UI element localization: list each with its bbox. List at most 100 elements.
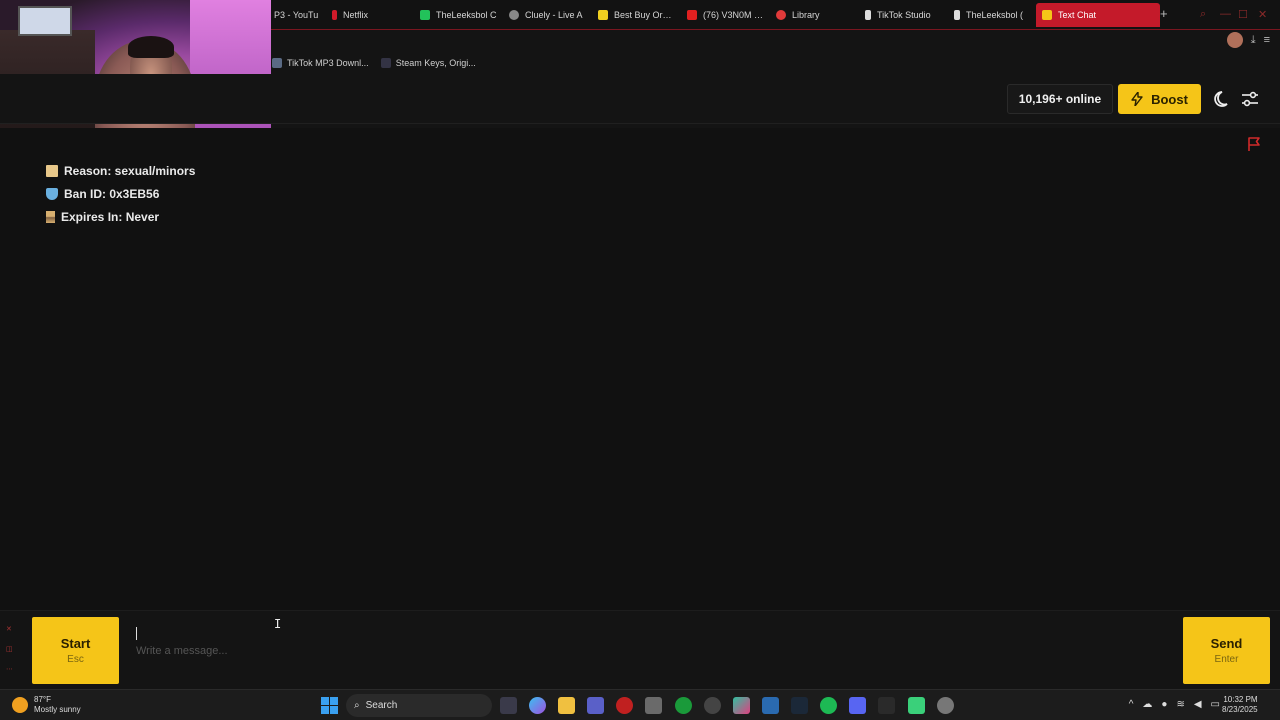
windows-taskbar: 87°F Mostly sunny ⌕ Search ^ ☁ ● ≋ ◀ ▭ 1… [0,689,1280,720]
xbox-icon[interactable] [675,697,692,714]
app-icon[interactable] [878,697,895,714]
task-view-icon[interactable] [500,697,517,714]
spotify-icon[interactable] [820,697,837,714]
bookmarks-bar: TikTok MP3 Downl... Steam Keys, Origi... [272,53,476,73]
volume-icon[interactable]: ◀ [1194,699,1202,710]
sun-icon [12,697,28,713]
tab-tiktok-studio[interactable]: TikTok Studio [859,3,948,27]
opera-icon[interactable] [616,697,633,714]
tiktok-icon [954,10,960,20]
bookmark-steam-keys[interactable]: Steam Keys, Origi... [380,58,476,68]
steam-icon[interactable] [791,697,808,714]
microphone-icon[interactable]: ● [1161,699,1167,710]
app-icon[interactable] [762,697,779,714]
copilot-icon[interactable] [529,697,546,714]
tab-label: Netflix [343,10,369,20]
file-explorer-icon[interactable] [558,697,575,714]
tab-youtube[interactable]: P3 - YouTu [268,3,326,27]
tab-label: Text Chat [1058,10,1097,20]
bookmark-label: Steam Keys, Origi... [395,58,476,68]
ban-reason-text: Reason: sexual/minors [64,163,196,178]
tab-cluely[interactable]: Cluely - Live A [503,3,592,27]
tab-label: TheLeeksbol C [436,10,497,20]
download-icon[interactable]: ⤓ [1251,34,1256,47]
tab-label: Cluely - Live A [525,10,583,20]
youtube-icon [687,10,697,20]
side-rail: ✕ ◫ ⋯ [6,625,13,673]
rail-icon[interactable]: ◫ [6,645,13,653]
maximize-icon[interactable]: ☐ [1238,8,1248,21]
tab-youtube-venom[interactable]: (76) V3N0M - Y [681,3,770,27]
screen: P3 - YouTu Netflix TheLeeksbol C Cluely … [0,0,1280,720]
ban-id-text: Ban ID: 0x3EB56 [64,186,160,201]
report-flag-icon[interactable] [1246,136,1262,152]
tab-label: Best Buy Order [614,10,675,20]
search-label: Search [365,700,398,711]
tab-label: TikTok Studio [877,10,931,20]
profile-avatar[interactable] [1226,32,1243,48]
tab-netflix[interactable]: Netflix [326,3,414,27]
onedrive-icon[interactable]: ☁ [1142,699,1152,710]
tiktok-icon [865,10,871,20]
tab-label: Library [792,10,820,20]
leeksbol-icon [420,10,430,20]
ban-expiry: Expires In: Never [46,209,195,224]
search-icon: ⌕ [354,700,360,711]
ban-id: Ban ID: 0x3EB56 [46,186,195,201]
taskbar-clock[interactable]: 10:32 PM 8/23/2025 [1222,695,1258,715]
settings-icon[interactable] [937,697,954,714]
start-label: Start [60,636,91,651]
ban-notice: Reason: sexual/minors Ban ID: 0x3EB56 Ex… [46,163,195,224]
mouse-cursor-icon: I [274,617,282,631]
chevron-up-icon[interactable]: ^ [1129,699,1134,710]
start-button[interactable]: Start Esc [32,617,119,684]
ban-expiry-text: Expires In: Never [61,209,160,224]
teams-icon[interactable] [587,697,604,714]
send-button[interactable]: Send Enter [1183,617,1270,684]
tab-library[interactable]: Library [770,3,859,27]
rail-icon[interactable]: ⋯ [6,665,13,673]
battery-icon[interactable]: ▭ [1211,699,1220,710]
clock-time: 10:32 PM [1223,695,1258,704]
app-icon[interactable] [733,697,750,714]
bookmark-tiktok-mp3[interactable]: TikTok MP3 Downl... [272,58,369,68]
scroll-icon [46,164,58,177]
new-tab-button[interactable]: + [1160,6,1168,21]
discord-icon[interactable] [849,697,866,714]
app-icon[interactable] [908,697,925,714]
lightning-icon [1131,92,1143,106]
bookmark-icon [272,58,282,68]
weather-widget[interactable]: 87°F Mostly sunny [12,695,81,715]
taskbar-search[interactable]: ⌕ Search [346,694,492,717]
boost-button[interactable]: Boost [1118,84,1201,114]
dark-mode-icon[interactable] [1213,89,1233,109]
tab-leeksbol[interactable]: TheLeeksbol C [414,3,503,27]
message-input[interactable] [126,617,1178,684]
gamepad-icon[interactable] [704,697,721,714]
tab-bestbuy[interactable]: Best Buy Order [592,3,681,27]
boost-label: Boost [1151,91,1188,107]
wifi-icon[interactable]: ≋ [1176,699,1184,710]
text-caret [136,627,137,640]
windows-start-icon[interactable] [321,697,338,714]
tab-leeksbol-2[interactable]: TheLeeksbol ( [948,3,1036,27]
clock-date: 8/23/2025 [1222,705,1258,714]
send-label: Send [1210,636,1243,651]
chat-log: Reason: sexual/minors Ban ID: 0x3EB56 Ex… [0,128,1280,610]
menu-icon[interactable]: ≡ [1264,34,1270,46]
settings-sliders-icon[interactable] [1241,90,1259,108]
tab-label: P3 - YouTu [274,10,319,20]
minimize-icon[interactable]: — [1220,8,1231,20]
search-tabs-icon[interactable]: ⌕ [1200,8,1206,21]
tab-text-chat[interactable]: Text Chat [1036,3,1160,27]
cluely-icon [509,10,519,20]
webcam-background [18,6,72,36]
webcam-person [128,36,174,58]
tab-label: (76) V3N0M - Y [703,10,764,20]
weather-condition: Mostly sunny [34,705,81,714]
store-icon[interactable] [645,697,662,714]
close-icon[interactable]: ✕ [1258,8,1267,21]
hourglass-icon [46,210,55,223]
rail-icon[interactable]: ✕ [6,625,13,633]
browser-toolbar-right: ⤓ ≡ [1226,32,1270,48]
